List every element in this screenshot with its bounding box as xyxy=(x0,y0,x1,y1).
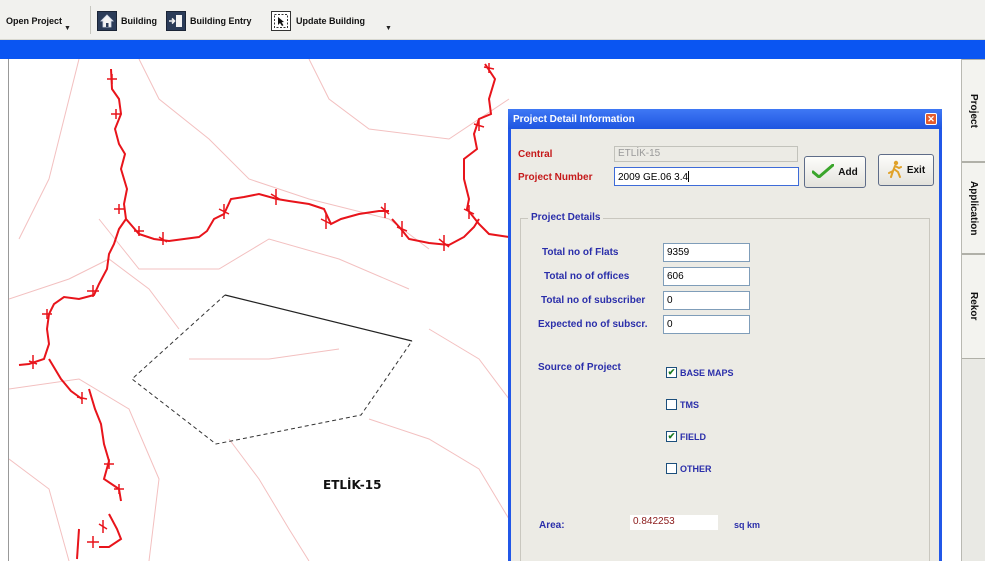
central-label: Central xyxy=(518,149,553,160)
add-label: Add xyxy=(838,166,858,178)
project-number-value: 2009 GE.06 3.4 xyxy=(618,172,689,183)
house-icon xyxy=(97,11,117,31)
tab-project-label: Project xyxy=(968,93,979,128)
building-entry-button[interactable]: Building Entry xyxy=(166,8,252,34)
project-number-label: Project Number xyxy=(518,172,593,183)
field-label: FIELD xyxy=(680,431,706,442)
source-other-checkbox[interactable]: OTHER xyxy=(666,463,712,474)
area-unit: sq km xyxy=(734,520,761,530)
close-icon[interactable]: ✕ xyxy=(925,113,937,125)
project-number-field[interactable]: 2009 GE.06 3.4 xyxy=(614,167,799,186)
subscriber-field[interactable]: 0 xyxy=(663,291,750,310)
toolbar-overflow-dropdown-icon[interactable]: ▼ xyxy=(385,25,392,32)
source-base-maps-checkbox[interactable]: ✔ BASE MAPS xyxy=(666,367,734,378)
expected-subscriber-label: Expected no of subscr. xyxy=(538,319,648,330)
expected-subscriber-field[interactable]: 0 xyxy=(663,315,750,334)
update-building-button[interactable]: Update Building xyxy=(271,8,365,34)
checkmark-icon xyxy=(811,163,835,181)
map-area-label: ETLİK-15 xyxy=(323,478,382,492)
close-glyph: ✕ xyxy=(927,113,935,124)
dialog-body: Central ETLİK-15 Project Number 2009 GE.… xyxy=(511,129,939,561)
add-button[interactable]: Add xyxy=(804,156,866,188)
tms-label: TMS xyxy=(680,399,699,410)
application-window: Open Project ▼ Building Building Entry U… xyxy=(0,0,985,561)
title-strip xyxy=(0,40,985,59)
exit-button[interactable]: Exit xyxy=(878,154,934,186)
project-details-group: Project Details Total no of Flats 9359 T… xyxy=(520,212,930,561)
cursor-select-icon xyxy=(271,11,291,31)
dialog-title: Project Detail Information xyxy=(513,114,635,125)
project-detail-dialog: Project Detail Information ✕ Central ETL… xyxy=(508,109,942,561)
tab-project[interactable]: Project xyxy=(962,59,985,162)
building-label: Building xyxy=(121,16,157,26)
flats-field[interactable]: 9359 xyxy=(663,243,750,262)
offices-label: Total no of offices xyxy=(544,271,630,282)
central-field[interactable]: ETLİK-15 xyxy=(614,146,798,162)
open-project-label: Open Project xyxy=(6,16,63,26)
flats-label: Total no of Flats xyxy=(542,247,619,258)
project-details-title: Project Details xyxy=(528,212,604,223)
exit-label: Exit xyxy=(906,164,926,176)
building-entry-label: Building Entry xyxy=(190,16,252,26)
open-project-button[interactable]: Open Project xyxy=(6,8,62,34)
area-edge-line xyxy=(224,294,413,342)
subscriber-label: Total no of subscriber xyxy=(541,295,646,306)
offices-field[interactable]: 606 xyxy=(663,267,750,286)
selected-area-polygon xyxy=(131,294,413,445)
text-caret xyxy=(688,171,690,182)
building-button[interactable]: Building xyxy=(97,8,157,34)
tms-checkbox-box xyxy=(666,399,677,410)
source-tms-checkbox[interactable]: TMS xyxy=(666,399,699,410)
base-maps-checkbox-box: ✔ xyxy=(666,367,677,378)
door-entry-icon xyxy=(166,11,186,31)
parcel-lines xyxy=(9,59,510,561)
network-routes xyxy=(18,63,510,560)
source-of-project-label: Source of Project xyxy=(538,362,621,373)
area-label: Area: xyxy=(539,520,565,531)
base-maps-label: BASE MAPS xyxy=(680,367,734,378)
side-tab-strip: Project Application Rekor xyxy=(961,59,985,561)
update-building-label: Update Building xyxy=(296,16,365,26)
tab-rekor-label: Rekor xyxy=(968,292,979,321)
toolbar-separator xyxy=(90,6,91,34)
area-value: 0.842253 xyxy=(630,515,718,530)
running-person-exit-icon xyxy=(887,160,903,181)
source-field-checkbox[interactable]: ✔ FIELD xyxy=(666,431,706,442)
dialog-title-bar: Project Detail Information ✕ xyxy=(508,109,942,129)
other-label: OTHER xyxy=(680,463,712,474)
open-project-dropdown-icon[interactable]: ▼ xyxy=(64,25,71,32)
other-checkbox-box xyxy=(666,463,677,474)
field-checkbox-box: ✔ xyxy=(666,431,677,442)
tab-application-label: Application xyxy=(968,180,979,236)
tab-rekor[interactable]: Rekor xyxy=(962,254,985,359)
tab-application[interactable]: Application xyxy=(962,162,985,254)
main-toolbar: Open Project ▼ Building Building Entry U… xyxy=(0,0,985,40)
